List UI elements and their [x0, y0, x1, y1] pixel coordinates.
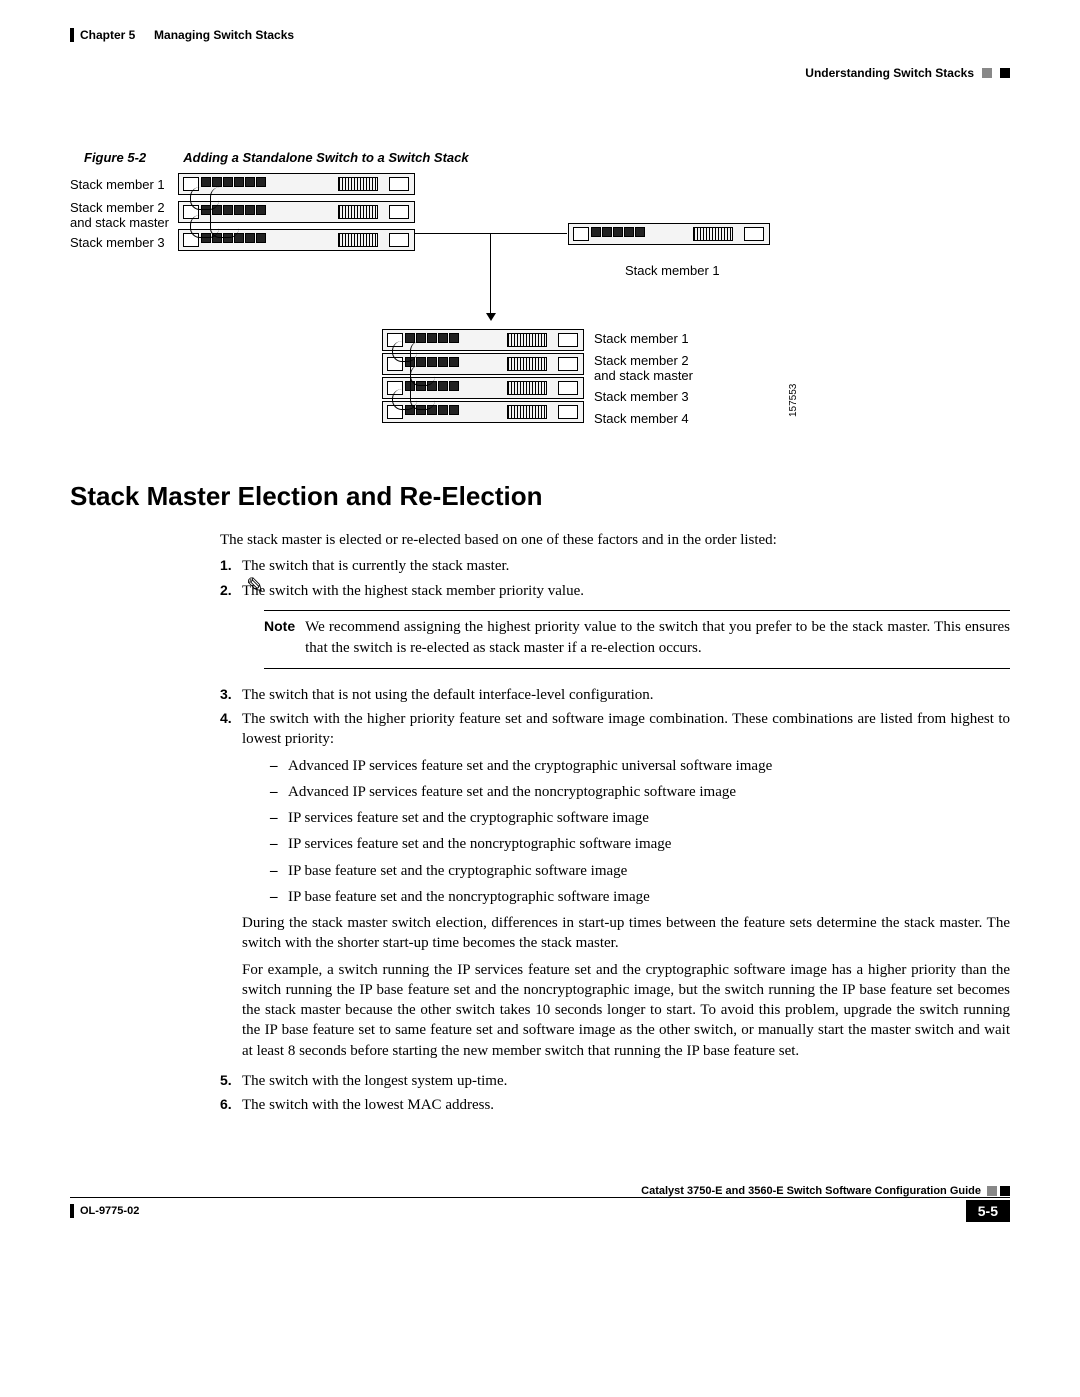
label-bottom-4: Stack member 4 [594, 411, 689, 426]
note-pencil-icon: ✎ [246, 571, 1010, 601]
label-stack-member-1-left: Stack member 1 [70, 177, 165, 192]
arrow-down-icon [486, 313, 496, 321]
list-text: The switch with the higher priority feat… [242, 711, 1010, 747]
footer-guide-title: Catalyst 3750-E and 3560-E Switch Softwa… [70, 1185, 987, 1197]
section-title: Understanding Switch Stacks [805, 66, 974, 80]
dash-item: –IP services feature set and the cryptog… [270, 808, 1010, 828]
chapter-number: Chapter 5 [80, 28, 135, 42]
list-text: The switch that is not using the default… [242, 685, 1010, 705]
list-item: 4. The switch with the higher priority f… [220, 709, 1010, 1067]
page-number: 5-5 [966, 1200, 1010, 1222]
label-stack-member-2-left: Stack member 2 [70, 200, 165, 215]
list-text: The switch with the lowest MAC address. [242, 1095, 1010, 1115]
ordered-list: 1. The switch that is currently the stac… [220, 556, 1010, 1115]
figure-diagram: Stack member 1 Stack member 2 and stack … [70, 171, 1010, 441]
paragraph: During the stack master switch election,… [242, 913, 1010, 954]
dash-item: –IP services feature set and the noncryp… [270, 834, 1010, 854]
footer-rule-left [70, 1204, 74, 1218]
label-stack-master-left: and stack master [70, 215, 169, 230]
footer-doc-id: OL-9775-02 [80, 1205, 139, 1217]
figure-number: Figure 5-2 [84, 150, 146, 165]
label-bottom-1: Stack member 1 [594, 331, 689, 346]
note-block: Note We recommend assigning the highest … [264, 610, 1010, 658]
dash-item: –IP base feature set and the noncryptogr… [270, 887, 1010, 907]
dash-item: –IP base feature set and the cryptograph… [270, 861, 1010, 881]
footer-square-light [987, 1186, 997, 1196]
label-standalone: Stack member 1 [625, 263, 720, 278]
paragraph: For example, a switch running the IP ser… [242, 960, 1010, 1061]
diagram-line-h [415, 233, 567, 234]
label-bottom-2b: and stack master [594, 368, 693, 383]
page-header: Chapter 5 Managing Switch Stacks [70, 28, 1010, 42]
page-footer: Catalyst 3750-E and 3560-E Switch Softwa… [70, 1185, 1010, 1222]
header-square-dark [1000, 68, 1010, 78]
figure-caption: Figure 5-2 Adding a Standalone Switch to… [84, 150, 1010, 165]
dash-list: –Advanced IP services feature set and th… [270, 756, 1010, 908]
list-item: 6. The switch with the lowest MAC addres… [220, 1095, 1010, 1115]
dash-item: –Advanced IP services feature set and th… [270, 782, 1010, 802]
label-bottom-2a: Stack member 2 [594, 353, 689, 368]
header-rule-left [70, 28, 74, 42]
chapter-title: Managing Switch Stacks [154, 28, 294, 42]
list-item: 5. The switch with the longest system up… [220, 1071, 1010, 1091]
switch-right-standalone [568, 223, 770, 245]
body-content: The stack master is elected or re-electe… [220, 530, 1010, 1115]
list-text: The switch with the longest system up-ti… [242, 1071, 1010, 1091]
footer-square-dark [1000, 1186, 1010, 1196]
header-square-light [982, 68, 992, 78]
note-text: We recommend assigning the highest prior… [305, 617, 1010, 658]
intro-paragraph: The stack master is elected or re-electe… [220, 530, 1010, 550]
figure-title: Adding a Standalone Switch to a Switch S… [183, 150, 468, 165]
diagram-line-v [490, 233, 491, 315]
label-stack-member-3-left: Stack member 3 [70, 235, 165, 250]
dash-item: –Advanced IP services feature set and th… [270, 756, 1010, 776]
list-item: 2. The switch with the highest stack mem… [220, 581, 1010, 669]
note-label: Note [264, 617, 295, 658]
drawing-id: 157553 [788, 384, 799, 417]
section-heading: Stack Master Election and Re-Election [70, 481, 1010, 512]
label-bottom-3: Stack member 3 [594, 389, 689, 404]
list-item: 3. The switch that is not using the defa… [220, 685, 1010, 705]
